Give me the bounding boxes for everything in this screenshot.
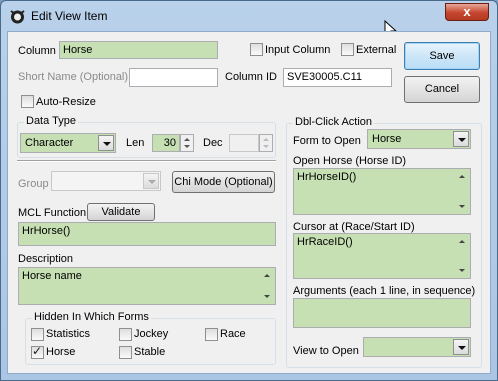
- open-horse-input[interactable]: HrHorseID(): [293, 168, 471, 215]
- short-name-label: Short Name (Optional): [18, 71, 129, 83]
- open-horse-text: HrHorseID(): [297, 171, 357, 183]
- column-label: Column: [18, 45, 56, 57]
- title-bar[interactable]: Edit View Item x: [1, 1, 497, 31]
- app-icon: [10, 10, 25, 24]
- column-input[interactable]: Horse: [59, 41, 218, 59]
- scroll-up-icon[interactable]: [264, 274, 270, 277]
- jockey-label: Jockey: [134, 328, 169, 340]
- horse-checkbox[interactable]: ✓: [31, 344, 44, 359]
- description-label: Description: [18, 253, 74, 265]
- scroll-down-icon[interactable]: [459, 269, 465, 272]
- stable-label: Stable: [134, 346, 166, 358]
- open-horse-scrollbar[interactable]: [455, 169, 470, 214]
- external-checkbox[interactable]: [341, 43, 354, 56]
- len-input[interactable]: 30: [152, 134, 180, 152]
- form-to-open-select[interactable]: Horse: [367, 129, 471, 149]
- scroll-up-icon[interactable]: [459, 175, 465, 178]
- group-label: Group: [18, 178, 49, 190]
- scroll-up-icon[interactable]: [459, 240, 465, 243]
- description-text: Horse name: [22, 270, 82, 282]
- view-to-open-label: View to Open: [293, 345, 359, 357]
- cursor-at-input[interactable]: HrRaceID(): [293, 233, 471, 279]
- form-to-open-value: Horse: [372, 133, 402, 145]
- arguments-input[interactable]: [293, 298, 471, 328]
- dropdown-arrow-icon[interactable]: [143, 173, 159, 189]
- cursor-at-text: HrRaceID(): [297, 236, 353, 248]
- data-type-title: Data Type: [24, 115, 78, 127]
- dropdown-arrow-icon[interactable]: [98, 135, 114, 151]
- dialog-body: Column Horse Input Column External Save …: [7, 31, 491, 374]
- race-label: Race: [220, 328, 246, 340]
- dec-spinner[interactable]: [259, 134, 273, 152]
- dbl-click-action-title: Dbl-Click Action: [293, 116, 375, 128]
- len-label: Len: [126, 137, 145, 149]
- spin-up-icon[interactable]: [263, 138, 269, 141]
- checkmark-icon: ✓: [32, 344, 43, 358]
- close-icon: x: [463, 4, 471, 19]
- spin-down-icon[interactable]: [184, 145, 190, 148]
- cursor-at-scrollbar[interactable]: [455, 234, 470, 278]
- column-id-input[interactable]: SVE30005.C11: [283, 68, 392, 87]
- edit-view-item-window: Edit View Item x Column Horse Input Colu…: [0, 0, 498, 381]
- description-input[interactable]: Horse name: [18, 267, 276, 305]
- chi-mode-button[interactable]: Chi Mode (Optional): [172, 171, 275, 193]
- external-label: External: [356, 44, 397, 56]
- cursor-at-label: Cursor at (Race/Start ID): [293, 221, 415, 233]
- horse-label: Horse: [46, 346, 76, 358]
- group-select[interactable]: [51, 171, 161, 191]
- jockey-checkbox[interactable]: [119, 328, 132, 341]
- mcl-function-label: MCL Function: [18, 207, 87, 219]
- open-horse-label: Open Horse (Horse ID): [293, 155, 407, 167]
- mcl-function-input[interactable]: HrHorse(): [18, 222, 276, 246]
- validate-button[interactable]: Validate: [87, 203, 155, 221]
- auto-resize-checkbox[interactable]: [21, 95, 34, 108]
- short-name-input[interactable]: [129, 68, 218, 87]
- statistics-label: Statistics: [46, 328, 91, 340]
- auto-resize-label: Auto-Resize: [36, 96, 96, 108]
- close-button[interactable]: x: [445, 3, 489, 21]
- arguments-label: Arguments (each 1 line, in sequence): [293, 285, 476, 297]
- data-type-value: Character: [25, 137, 74, 149]
- dropdown-arrow-icon[interactable]: [453, 131, 469, 147]
- spin-up-icon[interactable]: [184, 138, 190, 141]
- scroll-down-icon[interactable]: [459, 205, 465, 208]
- column-id-label: Column ID: [225, 71, 277, 83]
- data-type-select[interactable]: Character: [20, 133, 116, 153]
- separator: [17, 160, 276, 162]
- dropdown-arrow-icon[interactable]: [453, 339, 469, 355]
- dec-label: Dec: [203, 137, 223, 149]
- spin-down-icon[interactable]: [263, 145, 269, 148]
- input-column-checkbox[interactable]: [250, 43, 263, 56]
- form-to-open-label: Form to Open: [293, 135, 361, 147]
- description-scrollbar[interactable]: [260, 268, 275, 304]
- input-column-label: Input Column: [265, 44, 331, 56]
- hidden-forms-title: Hidden In Which Forms: [32, 311, 151, 323]
- cancel-button[interactable]: Cancel: [404, 76, 480, 103]
- race-checkbox[interactable]: [205, 328, 218, 341]
- view-to-open-select[interactable]: [363, 337, 471, 357]
- save-button[interactable]: Save: [404, 42, 480, 70]
- window-title: Edit View Item: [31, 9, 108, 23]
- scroll-down-icon[interactable]: [264, 295, 270, 298]
- len-spinner[interactable]: [180, 134, 194, 152]
- statistics-checkbox[interactable]: [31, 328, 44, 341]
- stable-checkbox[interactable]: [119, 346, 132, 359]
- dec-input[interactable]: [229, 134, 259, 152]
